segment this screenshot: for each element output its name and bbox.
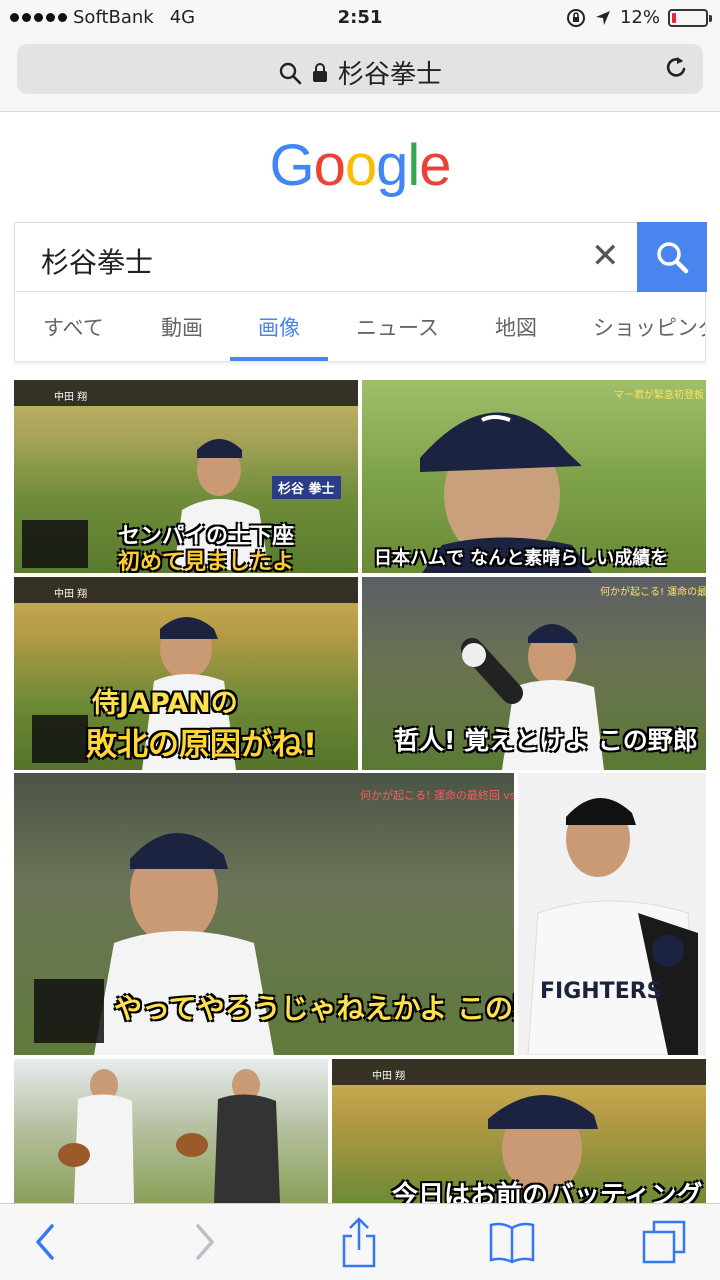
tabs-icon[interactable] <box>640 1218 688 1266</box>
image-results-grid: 中田 翔 杉谷 拳士 センパイの土下座 初めて見ましたよ マー君が緊急初登板 v… <box>0 380 720 1203</box>
caption-line-1: 侍JAPANの <box>92 688 238 719</box>
caption-line-1: 哲人! 覚えとけよ この野郎 <box>394 726 698 755</box>
active-tab-indicator <box>230 357 328 361</box>
tab-news[interactable]: ニュース <box>356 312 439 342</box>
location-arrow-icon <box>595 10 610 25</box>
player-photo <box>527 797 699 1055</box>
image-result[interactable]: 中田 翔 侍JAPANの 敗北の原因がね! <box>14 577 358 770</box>
share-icon[interactable] <box>340 1216 378 1268</box>
image-result[interactable]: 何かが起こる! 運命の最終回 vs侍ジャパン 因縁の対決 やってやろうじゃねえか… <box>14 773 514 1055</box>
result-type-tabs: すべて 動画 画像 ニュース 地図 ショッピング <box>14 292 706 362</box>
caption-line-1: やってやろうじゃねえかよ この野郎! <box>114 992 514 1025</box>
logo-letter: G <box>269 133 314 198</box>
logo-letter: o <box>313 133 346 198</box>
caption-line-1: 今日はお前のバッティング <box>392 1181 703 1203</box>
image-result[interactable] <box>14 1059 328 1203</box>
forward-chevron-icon[interactable] <box>192 1222 218 1262</box>
tab-images[interactable]: 画像 <box>258 312 300 342</box>
logo-letter: l <box>407 133 420 198</box>
battery-icon <box>668 8 712 27</box>
search-box[interactable]: 杉谷拳士 ✕ <box>14 222 707 292</box>
caption-line-1: 日本ハムで なんと素晴らしい成績を <box>374 548 669 569</box>
google-logo: Google <box>0 132 720 199</box>
rotation-lock-icon <box>566 8 585 27</box>
overlay-text: 中田 翔 <box>54 392 88 403</box>
overlay-text: 何かが起こる! 運命の最終回 vs侍ジャパン 因縁の対決 <box>360 789 514 802</box>
overlay-text: マー君が緊急初登板 vs最強 侍ジャパン <box>614 390 706 401</box>
player-photo <box>58 1069 280 1203</box>
tab-all[interactable]: すべて <box>43 312 104 342</box>
logo-letter: e <box>419 133 451 198</box>
back-chevron-icon[interactable] <box>32 1222 58 1262</box>
caption-line-2: 敗北の原因がね! <box>86 727 318 763</box>
browser-address-area: 杉谷拳士 <box>0 36 720 112</box>
overlay-text: 中田 翔 <box>54 589 88 600</box>
bookmarks-icon[interactable] <box>488 1220 536 1264</box>
image-result[interactable]: 中田 翔 杉谷 拳士 センパイの土下座 初めて見ましたよ <box>14 380 358 573</box>
name-tag: 杉谷 拳士 <box>272 476 341 499</box>
address-text: 杉谷拳士 <box>337 60 442 90</box>
status-right: 12% <box>566 7 712 28</box>
search-icon <box>279 62 302 84</box>
overlay-text: 何かが起こる! 運命の最終回 vs侍ジャパン 因縁の対決 <box>600 587 706 598</box>
image-result[interactable]: マー君が緊急初登板 vs最強 侍ジャパン 日本ハムで なんと素晴らしい成績を <box>362 380 706 573</box>
address-bar-content[interactable]: 杉谷拳士 <box>17 54 703 91</box>
overlay-text: 中田 翔 <box>372 1071 406 1082</box>
browser-toolbar <box>0 1203 720 1280</box>
caption-line-2: 初めて見ましたよ <box>118 550 295 573</box>
search-button[interactable] <box>637 222 707 292</box>
image-result[interactable]: 何かが起こる! 運命の最終回 vs侍ジャパン 因縁の対決 哲人! 覚えとけよ こ… <box>362 577 706 770</box>
search-icon <box>657 242 689 274</box>
caption-line-1: FIGHTERS <box>540 979 663 1004</box>
tab-shopping[interactable]: ショッピング <box>593 312 705 342</box>
battery-fill <box>672 12 676 23</box>
image-result[interactable]: 中田 翔 今日はお前のバッティング <box>332 1059 706 1203</box>
image-result[interactable]: FIGHTERS <box>518 773 706 1055</box>
status-bar: SoftBank 4G 2:51 12% <box>0 0 720 36</box>
logo-letter: o <box>344 133 377 198</box>
tab-maps[interactable]: 地図 <box>495 312 537 342</box>
lock-icon <box>312 62 327 82</box>
address-bar[interactable]: 杉谷拳士 <box>17 44 703 94</box>
reload-icon[interactable] <box>663 54 689 82</box>
close-icon[interactable]: ✕ <box>591 239 620 273</box>
logo-letter: g <box>376 133 408 198</box>
search-input[interactable]: 杉谷拳士 <box>41 241 153 281</box>
battery-percent: 12% <box>619 7 660 28</box>
tab-videos[interactable]: 動画 <box>161 312 203 342</box>
